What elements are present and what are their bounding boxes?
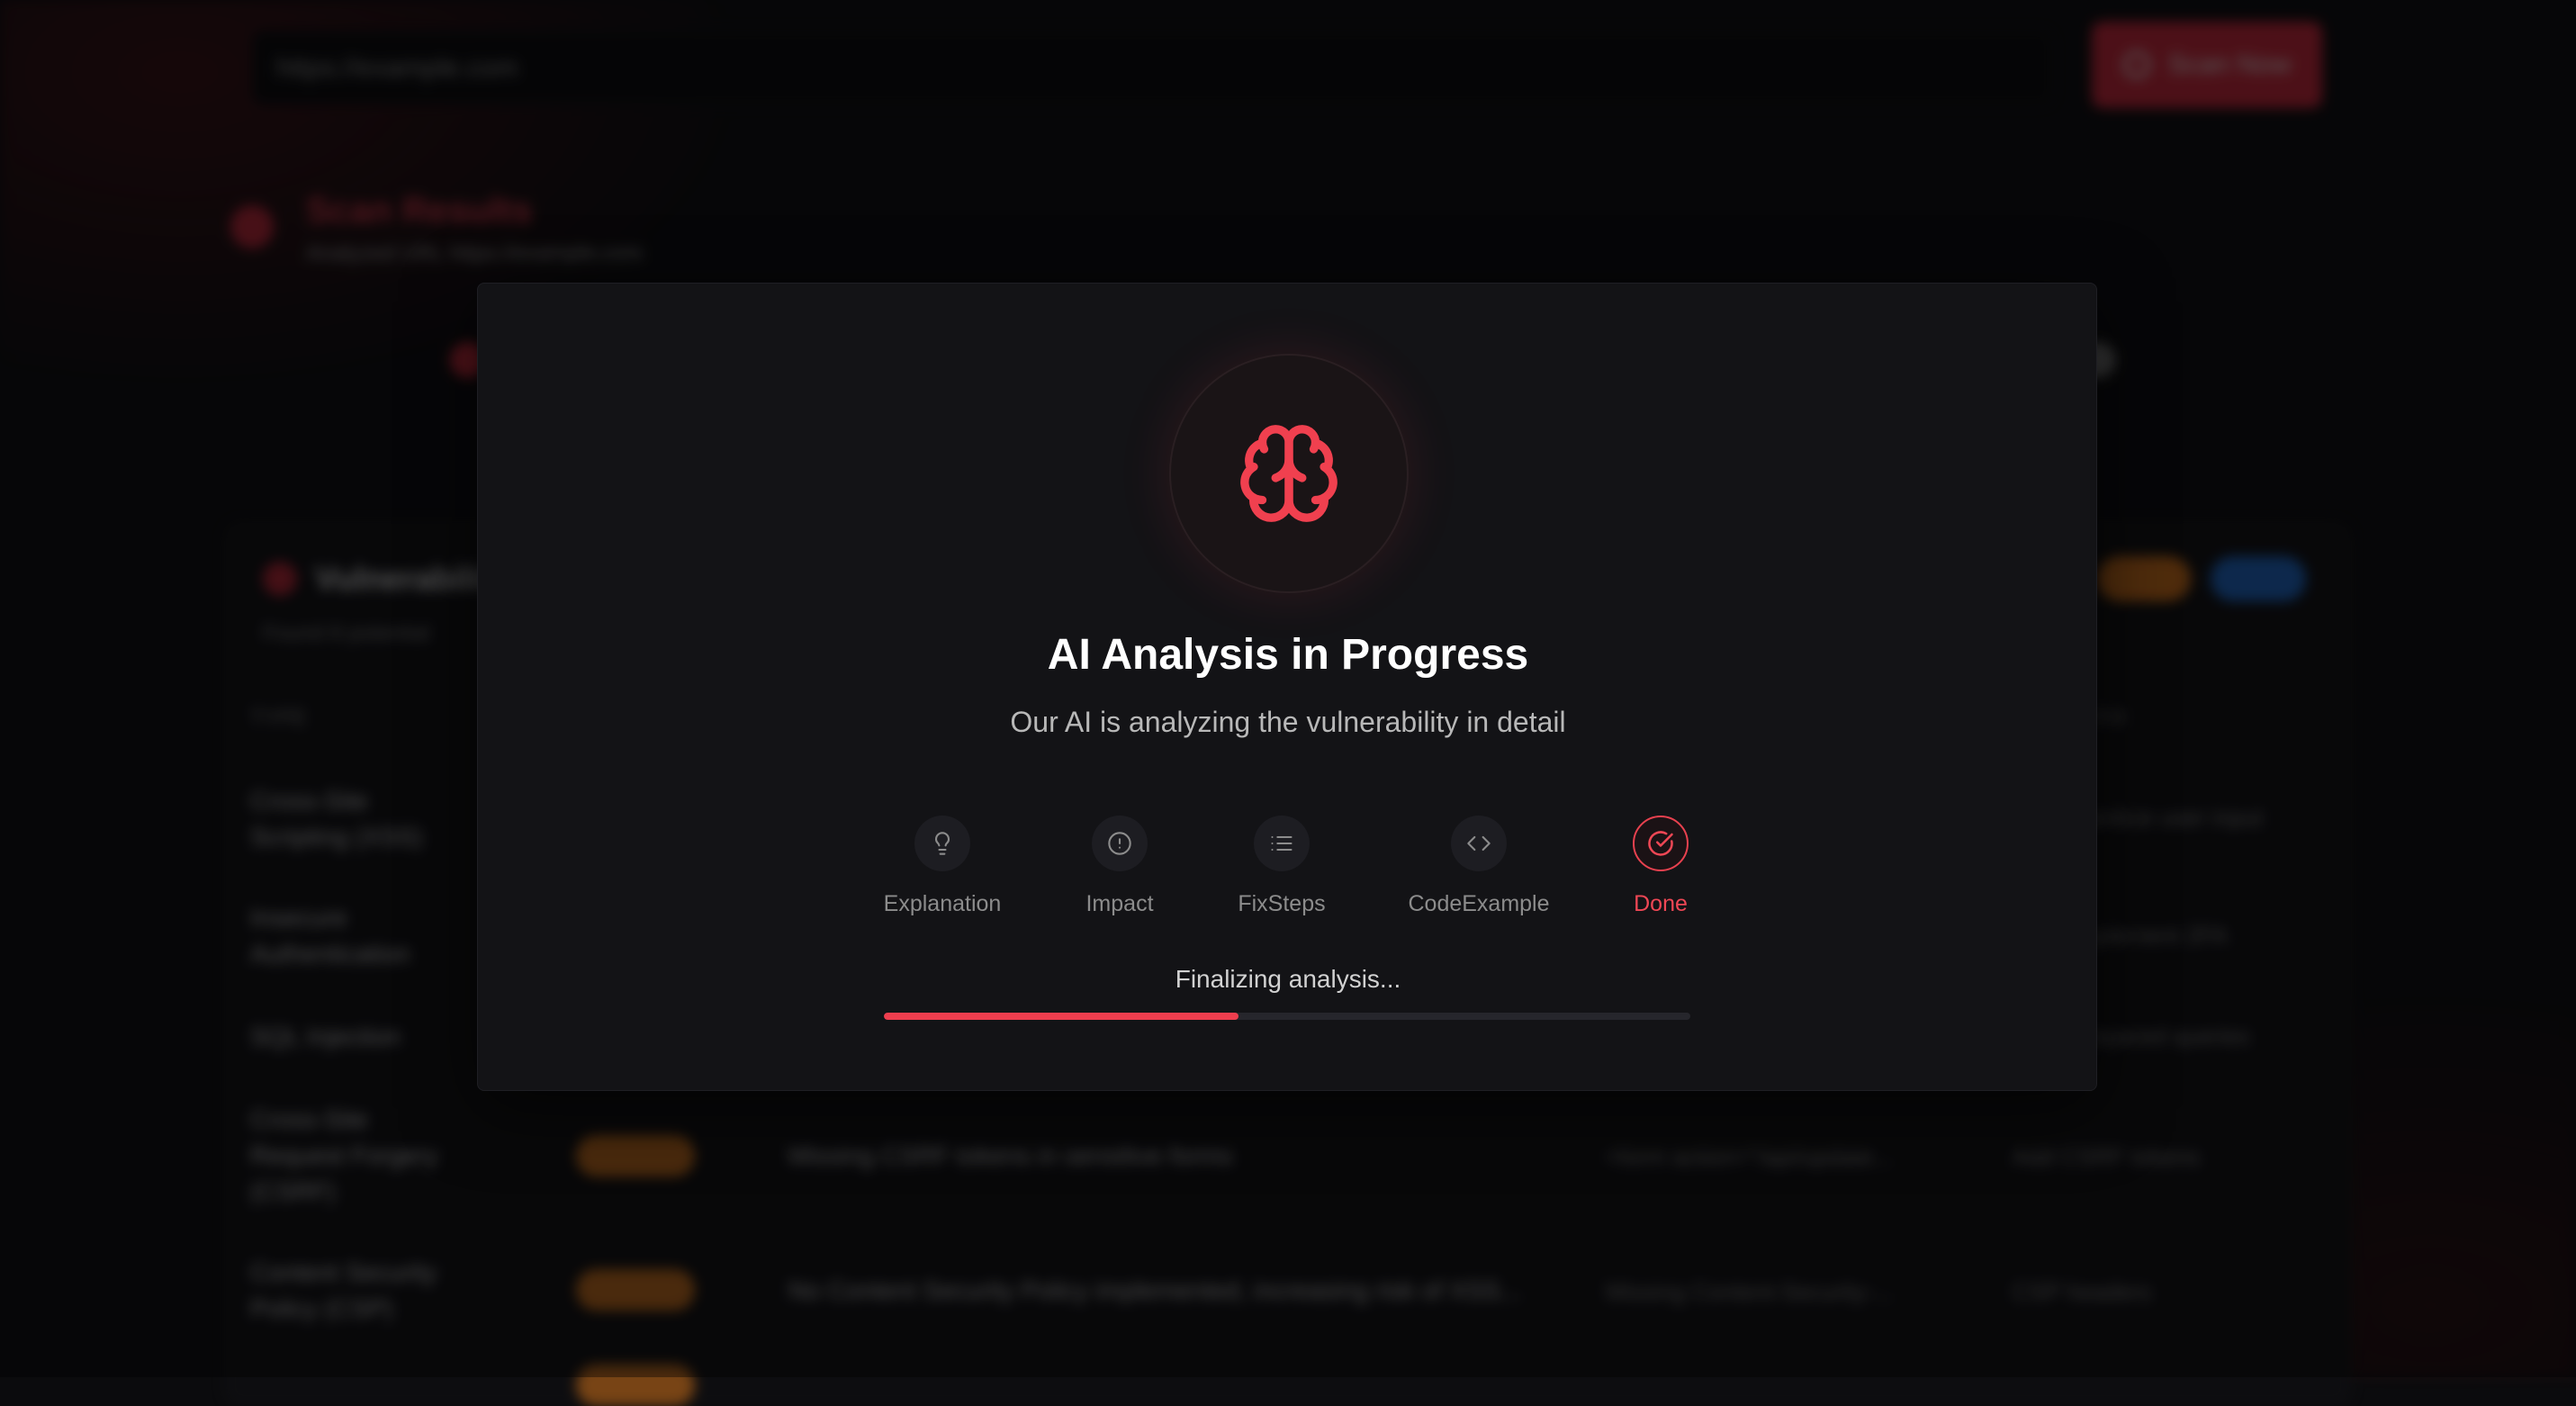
alert-circle-icon <box>1108 832 1131 855</box>
status-text: Finalizing analysis... <box>1175 965 1401 993</box>
step-impact-circle <box>1092 816 1148 871</box>
step-explanation-circle <box>914 816 970 871</box>
brain-icon-container <box>1169 354 1409 593</box>
step-done-label: Done <box>1634 891 1688 916</box>
step-done-circle <box>1633 816 1689 871</box>
step-codeexample: CodeExample <box>1389 816 1569 917</box>
step-codeexample-label: CodeExample <box>1408 891 1550 916</box>
code-icon <box>1467 835 1491 852</box>
step-impact-label: Impact <box>1085 891 1154 916</box>
step-fixsteps-circle <box>1254 816 1310 871</box>
brain-icon <box>1240 425 1338 522</box>
step-done: Done <box>1571 816 1751 917</box>
step-impact: Impact <box>1030 816 1210 917</box>
progress-track <box>884 1013 1690 1020</box>
lightbulb-icon <box>934 832 950 855</box>
step-fixsteps-label: FixSteps <box>1238 891 1326 916</box>
step-explanation: Explanation <box>852 816 1032 917</box>
step-codeexample-circle <box>1451 816 1507 871</box>
modal-subtitle: Our AI is analyzing the vulnerability in… <box>1010 706 1566 738</box>
modal-title: AI Analysis in Progress <box>1047 631 1529 679</box>
step-explanation-label: Explanation <box>883 891 1002 916</box>
check-circle-icon <box>1648 831 1673 856</box>
progress-fill <box>884 1013 1239 1020</box>
list-icon <box>1271 835 1293 852</box>
step-fixsteps: FixSteps <box>1192 816 1372 917</box>
